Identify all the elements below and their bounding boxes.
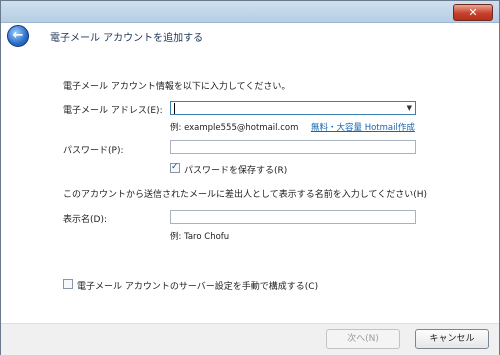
dropdown-arrow-icon[interactable]: ▼ [407, 103, 412, 114]
manual-config-label[interactable]: 電子メール アカウントのサーバー設定を手動で構成する(C) [77, 279, 318, 292]
back-button[interactable]: ← [7, 25, 29, 47]
email-example: 例: example555@hotmail.com [170, 123, 299, 133]
next-button[interactable]: 次へ(N) [326, 329, 400, 349]
text-caret [174, 103, 175, 114]
checkmark-icon: ✓ [171, 162, 179, 172]
email-label: 電子メール アドレス(E): [63, 106, 163, 116]
password-field[interactable] [170, 140, 416, 154]
wizard-title: 電子メール アカウントを追加する [50, 33, 204, 44]
intro-text: 電子メール アカウント情報を以下に入力してください。 [63, 82, 291, 92]
display-name-example: 例: Taro Chofu [170, 232, 230, 242]
close-button[interactable]: ✕ [453, 4, 493, 21]
close-icon: ✕ [468, 6, 478, 19]
add-email-account-window: ✕ ← 電子メール アカウントを追加する 電子メール アカウント情報を以下に入力… [0, 0, 500, 355]
wizard-footer: 次へ(N) キャンセル [1, 323, 499, 355]
display-name-instruction: このアカウントから送信されたメールに差出人として表示する名前を入力してください(… [63, 190, 427, 200]
display-name-label: 表示名(D): [63, 215, 107, 225]
display-name-field[interactable] [170, 210, 416, 224]
email-combobox[interactable]: ▼ [170, 101, 416, 115]
wizard-header: ← 電子メール アカウントを追加する [1, 23, 499, 47]
back-arrow-icon: ← [12, 28, 24, 43]
cancel-button[interactable]: キャンセル [415, 329, 489, 349]
save-password-checkbox[interactable]: ✓ [170, 162, 180, 173]
password-label: パスワード(P): [63, 146, 124, 156]
title-bar: ✕ [1, 1, 499, 23]
hotmail-signup-link[interactable]: 無料・大容量 Hotmail作成 [311, 121, 415, 133]
save-password-label[interactable]: パスワードを保存する(R) [184, 163, 287, 176]
manual-config-checkbox[interactable] [63, 279, 73, 289]
